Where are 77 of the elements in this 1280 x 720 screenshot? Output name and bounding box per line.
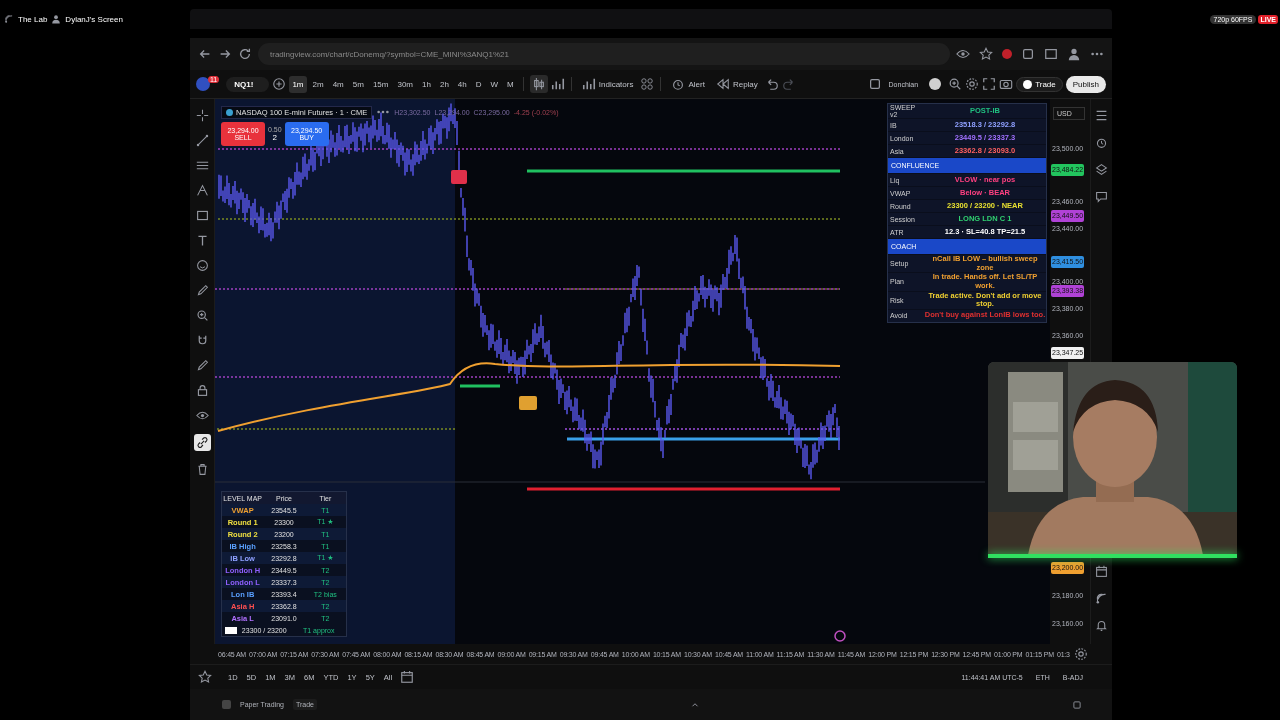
forward-icon[interactable]	[218, 47, 232, 61]
layout-icon[interactable]	[867, 77, 882, 91]
alarm-icon	[671, 77, 686, 91]
alert-button[interactable]: Alert	[667, 75, 709, 93]
alarm-icon[interactable]	[1095, 136, 1108, 149]
interval-button[interactable]: 2m	[309, 75, 327, 93]
templates-icon[interactable]	[640, 77, 655, 91]
text-tool-icon[interactable]	[195, 234, 209, 247]
settings-icon[interactable]	[965, 77, 980, 91]
trade-marker	[451, 170, 467, 184]
interval-button[interactable]: D	[472, 75, 485, 93]
pencil-icon[interactable]	[195, 359, 209, 372]
trash-icon[interactable]	[195, 463, 209, 476]
marker-icon	[834, 630, 846, 642]
logo-icon	[222, 700, 231, 709]
replay-button[interactable]: Replay	[711, 75, 762, 93]
favorite-icon[interactable]	[198, 670, 212, 684]
logo-icon	[225, 626, 237, 634]
channel-title: The Lab	[18, 14, 48, 24]
chart-type-icon[interactable]	[550, 77, 565, 91]
quantity-value[interactable]: 2	[272, 133, 278, 142]
fib-icon[interactable]	[195, 159, 209, 172]
interval-button[interactable]: W	[487, 75, 502, 93]
link-icon[interactable]	[193, 434, 211, 451]
interval-button[interactable]: M	[504, 75, 517, 93]
sidebar-icon[interactable]	[1044, 47, 1058, 61]
chat-icon[interactable]	[1095, 190, 1108, 203]
indicators-icon	[581, 77, 596, 91]
calendar-icon[interactable]	[400, 670, 415, 684]
extension-icon[interactable]	[1002, 49, 1012, 59]
interval-button[interactable]: 1m	[289, 75, 307, 93]
crosshair-icon[interactable]	[195, 109, 209, 122]
publish-button[interactable]: Publish	[1065, 75, 1106, 93]
pitchfork-icon[interactable]	[195, 184, 209, 197]
trade-marker	[519, 396, 537, 410]
logo-icon	[1023, 79, 1033, 89]
list-icon[interactable]	[1095, 109, 1108, 122]
bookmark-icon[interactable]	[979, 47, 993, 61]
reload-icon[interactable]	[238, 47, 252, 61]
smiley-icon[interactable]	[195, 259, 209, 272]
camera-icon[interactable]	[999, 77, 1014, 91]
fullscreen-icon[interactable]	[982, 77, 997, 91]
interval-button[interactable]: 4h	[454, 75, 470, 93]
symbol-search[interactable]: NQ1!	[226, 76, 270, 92]
layers-icon[interactable]	[1095, 163, 1108, 176]
screen-source: DylanJ's Screen	[65, 14, 123, 24]
interval-button[interactable]: 4m	[329, 75, 347, 93]
calendar-icon[interactable]	[1095, 565, 1108, 578]
trend-line-icon[interactable]	[195, 134, 209, 147]
person-icon	[51, 14, 62, 24]
search-icon[interactable]	[948, 77, 963, 91]
address-field[interactable]: tradingview.com/chart/cDonemq/?symbol=CME_MINI%3ANQ1%21	[258, 43, 950, 65]
back-icon[interactable]	[198, 47, 212, 61]
zoom-icon[interactable]	[195, 309, 209, 322]
profile-icon[interactable]	[1067, 47, 1081, 61]
interval-button[interactable]: 5m	[349, 75, 367, 93]
lock-icon[interactable]	[195, 384, 209, 397]
interval-button[interactable]: 15m	[369, 75, 392, 93]
eye-icon[interactable]	[956, 47, 970, 61]
rectangle-icon[interactable]	[195, 209, 209, 222]
trade-button[interactable]: Trade	[1016, 76, 1063, 92]
puzzle-icon[interactable]	[1021, 47, 1035, 61]
rewind-icon	[715, 77, 730, 91]
user-avatar[interactable]	[196, 77, 210, 91]
bell-icon[interactable]	[1095, 619, 1108, 632]
eye-icon[interactable]	[195, 409, 209, 422]
maximize-icon[interactable]	[1072, 699, 1082, 710]
exchange-icon	[226, 108, 233, 116]
plus-icon[interactable]	[272, 77, 287, 91]
settings-icon[interactable]	[1074, 647, 1088, 661]
indicators-button[interactable]: Indicators	[577, 75, 638, 93]
toggle-icon[interactable]	[929, 78, 942, 90]
candles-icon[interactable]	[529, 75, 548, 93]
interval-button[interactable]: 1h	[419, 75, 434, 93]
interval-button[interactable]: 2h	[436, 75, 452, 93]
level-line	[460, 384, 500, 388]
interval-button[interactable]: 30m	[394, 75, 417, 93]
